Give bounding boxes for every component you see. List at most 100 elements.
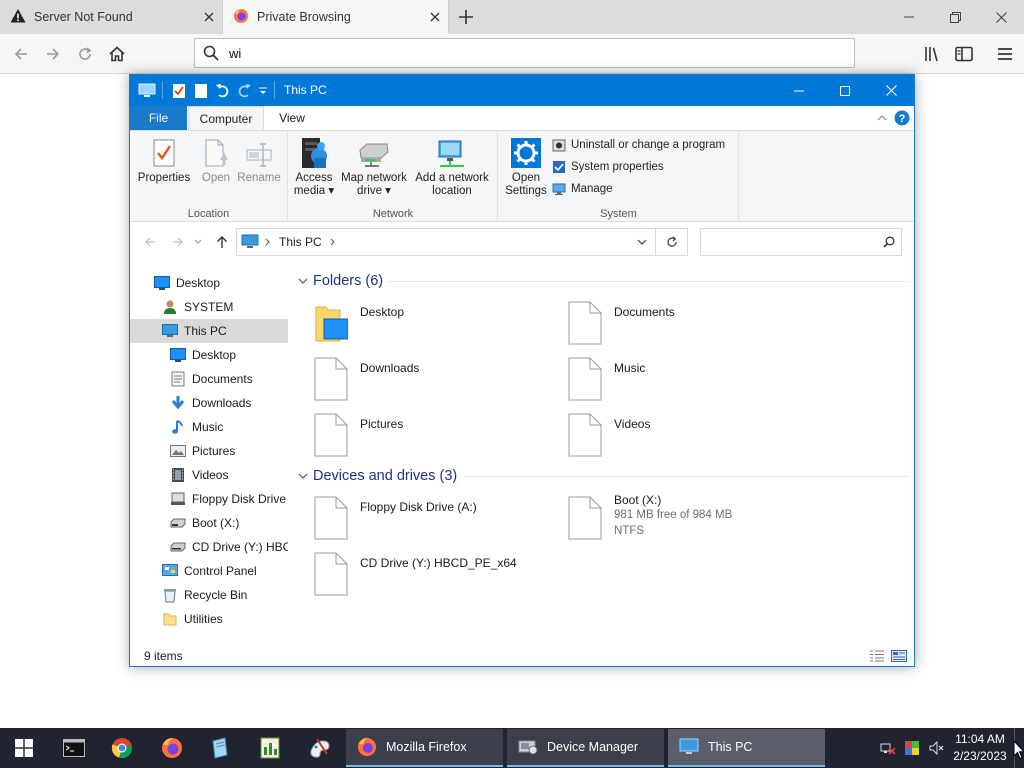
nav-item-utilities[interactable]: Utilities <box>130 607 288 631</box>
pinned-command-prompt[interactable] <box>50 728 98 768</box>
document-file-icon <box>314 496 348 540</box>
nav-item-system-user[interactable]: SYSTEM <box>130 295 288 319</box>
pinned-notes-app[interactable] <box>196 728 244 768</box>
folder-tile-music[interactable]: Music <box>550 355 804 405</box>
search-box[interactable] <box>700 228 902 256</box>
nav-item-downloads[interactable]: Downloads <box>130 391 288 415</box>
reload-button[interactable] <box>70 39 100 69</box>
tab-view[interactable]: View <box>266 106 318 130</box>
nav-item-desktop-root[interactable]: Desktop <box>130 271 288 295</box>
nav-item-this-pc[interactable]: This PC <box>130 319 288 343</box>
nav-item-pictures[interactable]: Pictures <box>130 439 288 463</box>
display-tray-icon[interactable] <box>904 740 920 756</box>
nav-item-floppy-disk-drive[interactable]: Floppy Disk Drive <box>130 487 288 511</box>
folder-tile-pictures[interactable]: Pictures <box>296 411 550 461</box>
address-bar[interactable]: This PC <box>236 228 656 256</box>
menu-button[interactable] <box>990 39 1020 69</box>
open-settings-button[interactable]: Open Settings <box>503 135 549 198</box>
task-this-pc[interactable]: This PC <box>668 729 825 767</box>
search-input[interactable] <box>707 235 883 249</box>
redo-icon[interactable] <box>236 81 252 101</box>
large-icons-view-icon[interactable] <box>890 648 908 664</box>
tab-private-browsing[interactable]: Private Browsing <box>223 0 448 34</box>
firefox-tab-strip: Server Not Found Private Browsing <box>0 0 1024 34</box>
system-properties-button[interactable]: System properties <box>551 157 664 177</box>
pinned-firefox[interactable] <box>148 728 196 768</box>
system-clock[interactable]: 11:04 AM 2/23/2023 <box>948 731 1012 765</box>
folder-tile-desktop[interactable]: Desktop <box>296 299 550 349</box>
minimize-icon <box>904 16 914 18</box>
url-bar[interactable] <box>194 38 855 68</box>
breadcrumb-this-pc[interactable]: This PC <box>279 235 322 249</box>
add-network-location-label: Add a network location <box>415 172 489 197</box>
explorer-back-button[interactable] <box>140 232 160 252</box>
minimize-button[interactable] <box>886 0 932 34</box>
refresh-icon <box>666 236 677 247</box>
nav-item-desktop[interactable]: Desktop <box>130 343 288 367</box>
task-mozilla-firefox[interactable]: Mozilla Firefox <box>346 729 503 767</box>
close-tab-icon[interactable] <box>422 4 448 30</box>
up-button[interactable] <box>212 232 232 252</box>
new-folder-quick-icon[interactable] <box>194 81 208 101</box>
help-icon[interactable]: ? <box>894 110 910 126</box>
manage-button[interactable]: Manage <box>551 179 613 199</box>
address-history-chevron-down-icon[interactable] <box>637 239 647 245</box>
properties-quick-icon[interactable] <box>172 81 186 101</box>
forward-button[interactable] <box>38 39 68 69</box>
details-view-icon[interactable] <box>868 648 886 664</box>
folder-tile-documents[interactable]: Documents <box>550 299 804 349</box>
customize-toolbar-icon[interactable] <box>258 81 268 101</box>
refresh-button[interactable] <box>656 228 688 256</box>
tab-file[interactable]: File <box>130 106 187 130</box>
nav-item-videos[interactable]: Videos <box>130 463 288 487</box>
explorer-minimize-button[interactable] <box>776 75 822 106</box>
close-tab-icon[interactable] <box>196 4 222 30</box>
chevron-right-icon[interactable] <box>330 238 336 246</box>
task-device-manager[interactable]: Device Manager <box>507 729 664 767</box>
minimize-ribbon-icon[interactable] <box>874 110 890 126</box>
new-tab-button[interactable] <box>452 3 480 31</box>
network-tray-icon[interactable] <box>880 740 896 756</box>
properties-button[interactable]: Properties <box>136 135 192 185</box>
library-button[interactable] <box>918 39 948 69</box>
devices-group-title: Devices and drives (3) <box>313 468 458 484</box>
url-input[interactable] <box>229 45 829 61</box>
rename-button[interactable]: Rename <box>236 135 282 185</box>
start-button[interactable] <box>0 728 48 768</box>
sidebar-button[interactable] <box>949 39 979 69</box>
back-button[interactable] <box>6 39 36 69</box>
recent-locations-button[interactable] <box>192 232 204 252</box>
pinned-chrome[interactable] <box>98 728 146 768</box>
devices-group-header[interactable]: Devices and drives (3) <box>296 466 457 486</box>
explorer-maximize-button[interactable] <box>822 75 868 106</box>
folders-group-header[interactable]: Folders (6) <box>296 271 383 291</box>
tab-server-not-found[interactable]: Server Not Found <box>0 0 222 34</box>
nav-item-cd-drive[interactable]: CD Drive (Y:) HBC <box>130 535 288 559</box>
folder-tile-videos[interactable]: Videos <box>550 411 804 461</box>
nav-item-recycle-bin[interactable]: Recycle Bin <box>130 583 288 607</box>
home-button[interactable] <box>102 39 132 69</box>
nav-item-documents[interactable]: Documents <box>130 367 288 391</box>
open-button[interactable]: Open <box>196 135 236 185</box>
drive-tile-cd[interactable]: CD Drive (Y:) HBCD_PE_x64 <box>296 550 550 600</box>
drive-tile-boot[interactable]: Boot (X:) 981 MB free of 984 MB NTFS <box>550 493 804 554</box>
close-window-button[interactable] <box>978 0 1024 34</box>
pinned-task-app[interactable] <box>246 728 294 768</box>
volume-muted-icon[interactable] <box>928 740 944 756</box>
explorer-close-button[interactable] <box>868 75 914 106</box>
map-network-drive-button[interactable]: Map network drive ▾ <box>337 135 411 198</box>
access-media-button[interactable]: Access media ▾ <box>293 135 335 198</box>
add-network-location-button[interactable]: Add a network location <box>411 135 493 198</box>
network-location-icon <box>435 135 469 171</box>
uninstall-program-button[interactable]: Uninstall or change a program <box>551 135 725 155</box>
undo-icon[interactable] <box>215 81 231 101</box>
restore-button[interactable] <box>932 0 978 34</box>
nav-item-music[interactable]: Music <box>130 415 288 439</box>
nav-item-control-panel[interactable]: Control Panel <box>130 559 288 583</box>
explorer-forward-button[interactable] <box>168 232 188 252</box>
pinned-paint-app[interactable] <box>296 728 344 768</box>
nav-item-boot-drive[interactable]: Boot (X:) <box>130 511 288 535</box>
tab-computer[interactable]: Computer <box>188 106 264 130</box>
drive-tile-floppy[interactable]: Floppy Disk Drive (A:) <box>296 494 550 544</box>
folder-tile-downloads[interactable]: Downloads <box>296 355 550 405</box>
